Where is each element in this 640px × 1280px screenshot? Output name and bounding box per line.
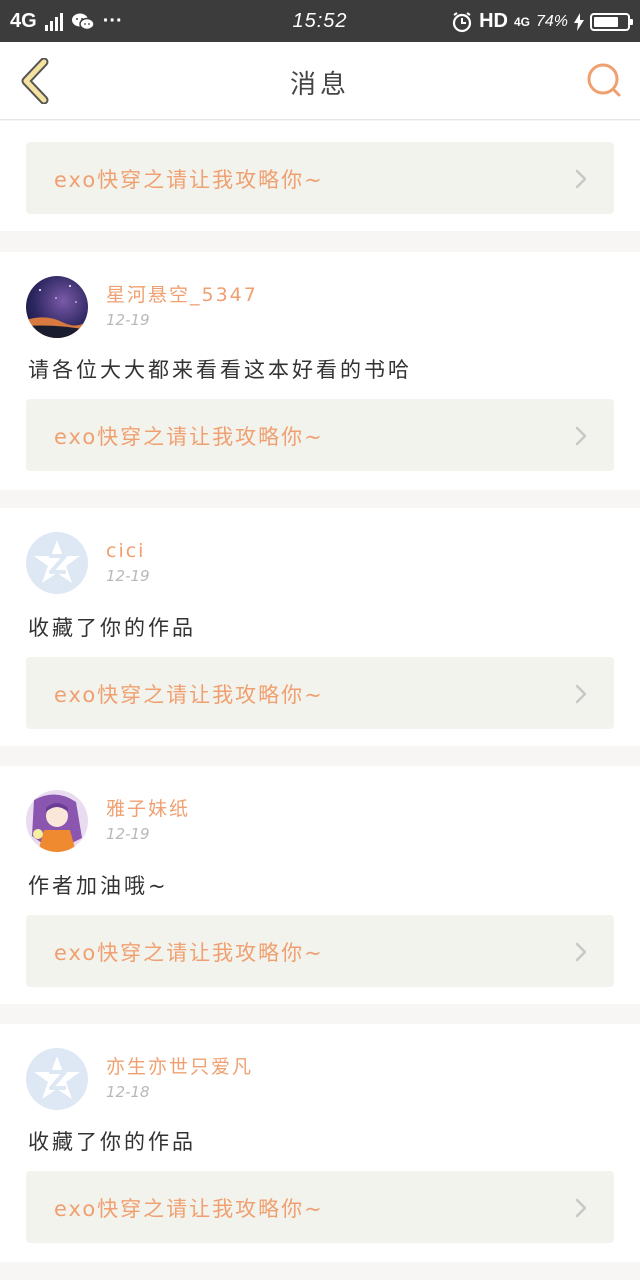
message-card: 亦生亦世只爱凡 12-18 收藏了你的作品 exo快穿之请让我攻略你~ bbox=[0, 1024, 640, 1262]
message-text: 收藏了你的作品 bbox=[28, 616, 196, 640]
work-title: exo快穿之请让我攻略你~ bbox=[54, 168, 324, 192]
user-name[interactable]: 亦生亦世只爱凡 bbox=[106, 1054, 253, 1080]
work-title: exo快穿之请让我攻略你~ bbox=[54, 1197, 324, 1221]
chevron-right-icon bbox=[575, 426, 587, 446]
work-link[interactable]: exo快穿之请让我攻略你~ bbox=[26, 142, 614, 214]
avatar[interactable] bbox=[26, 790, 88, 852]
battery-icon bbox=[590, 12, 633, 31]
chevron-right-icon bbox=[575, 942, 587, 962]
nav-bar: 消息 bbox=[0, 42, 640, 120]
message-card: 雅子妹纸 12-19 作者加油哦~ exo快穿之请让我攻略你~ bbox=[0, 766, 640, 1004]
user-name[interactable]: 星河悬空_5347 bbox=[106, 282, 258, 308]
charging-icon bbox=[574, 12, 584, 31]
hd-label: HD bbox=[479, 10, 508, 32]
network-label-2: 4G bbox=[513, 14, 530, 29]
avatar[interactable] bbox=[26, 1048, 88, 1110]
avatar[interactable] bbox=[26, 276, 88, 338]
work-link[interactable]: exo快穿之请让我攻略你~ bbox=[26, 1171, 614, 1243]
work-link[interactable]: exo快穿之请让我攻略你~ bbox=[26, 399, 614, 471]
message-card: 星河悬空_5347 12-19 请各位大大都来看看这本好看的书哈 exo快穿之请… bbox=[0, 252, 640, 490]
alarm-icon bbox=[452, 11, 472, 32]
message-card: exo快穿之请让我攻略你~ bbox=[0, 121, 640, 231]
message-date: 12-18 bbox=[106, 1083, 150, 1101]
battery-percent: 74% bbox=[535, 12, 568, 30]
message-date: 12-19 bbox=[106, 567, 150, 585]
work-link[interactable]: exo快穿之请让我攻略你~ bbox=[26, 915, 614, 987]
message-text: 请各位大大都来看看这本好看的书哈 bbox=[28, 358, 412, 382]
message-text: 收藏了你的作品 bbox=[28, 1130, 196, 1154]
chevron-right-icon bbox=[575, 169, 587, 189]
work-title: exo快穿之请让我攻略你~ bbox=[54, 683, 324, 707]
search-icon[interactable] bbox=[584, 60, 624, 100]
message-date: 12-19 bbox=[106, 311, 150, 329]
work-title: exo快穿之请让我攻略你~ bbox=[54, 425, 324, 449]
message-card: cici 12-19 收藏了你的作品 exo快穿之请让我攻略你~ bbox=[0, 508, 640, 746]
chevron-right-icon bbox=[575, 1198, 587, 1218]
message-text: 作者加油哦~ bbox=[28, 874, 169, 898]
user-name[interactable]: 雅子妹纸 bbox=[106, 796, 190, 822]
status-bar: 4G ··· 15:52 HD 4G 74% bbox=[0, 0, 640, 42]
page-title: 消息 bbox=[289, 70, 350, 100]
chevron-right-icon bbox=[575, 684, 587, 704]
avatar[interactable] bbox=[26, 532, 88, 594]
message-date: 12-19 bbox=[106, 825, 150, 843]
user-name[interactable]: cici bbox=[106, 538, 150, 564]
work-title: exo快穿之请让我攻略你~ bbox=[54, 941, 324, 965]
work-link[interactable]: exo快穿之请让我攻略你~ bbox=[26, 657, 614, 729]
